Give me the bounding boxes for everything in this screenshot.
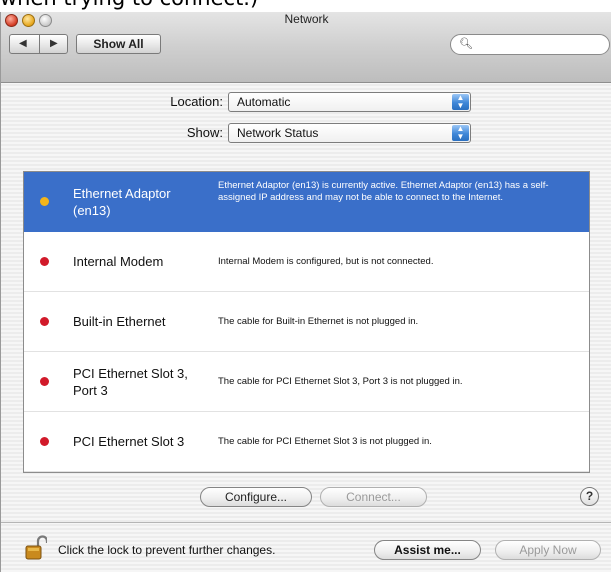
- service-row-pci-ethernet-slot-3-port-3[interactable]: PCI Ethernet Slot 3, Port 3 The cable fo…: [24, 352, 589, 412]
- search-input[interactable]: [473, 36, 605, 54]
- service-name: Built-in Ethernet: [73, 314, 166, 329]
- service-description: Ethernet Adaptor (en13) is currently act…: [218, 180, 549, 203]
- window-title: Network: [284, 12, 329, 26]
- lock-message: Click the lock to prevent further change…: [58, 543, 276, 557]
- show-all-button[interactable]: Show All: [76, 34, 161, 54]
- location-popup[interactable]: Automatic ▲ ▼: [228, 92, 471, 112]
- service-name: PCI Ethernet Slot 3: [73, 434, 185, 449]
- location-label: Location:: [170, 94, 223, 109]
- service-name: Ethernet Adaptor (en13): [73, 186, 171, 218]
- assist-me-button[interactable]: Assist me...: [374, 540, 481, 560]
- status-dot-icon: [40, 437, 49, 446]
- service-row-pci-ethernet-slot-3[interactable]: PCI Ethernet Slot 3 The cable for PCI Et…: [24, 412, 589, 472]
- titlebar: Network ◀ ▶ Show All 🔍︎: [1, 12, 611, 83]
- service-name: PCI Ethernet Slot 3, Port 3: [73, 366, 188, 398]
- service-row-ethernet-adaptor[interactable]: Ethernet Adaptor (en13) Ethernet Adaptor…: [24, 172, 589, 232]
- show-label: Show:: [186, 125, 223, 140]
- service-description: Internal Modem is configured, but is not…: [218, 256, 434, 267]
- popup-stepper-icon: ▲ ▼: [452, 94, 469, 110]
- service-name: Internal Modem: [73, 254, 164, 269]
- status-dot-icon: [40, 317, 49, 326]
- apply-now-button[interactable]: Apply Now: [495, 540, 601, 560]
- help-button[interactable]: ?: [580, 487, 599, 506]
- search-field[interactable]: 🔍︎: [450, 34, 610, 55]
- caption-text: when trying to connect.): [0, 0, 400, 12]
- service-description: The cable for Built-in Ethernet is not p…: [218, 316, 419, 327]
- status-dot-icon: [40, 377, 49, 386]
- configure-button[interactable]: Configure...: [200, 487, 312, 507]
- service-description: The cable for PCI Ethernet Slot 3, Port …: [218, 376, 463, 387]
- search-icon: 🔍︎: [459, 38, 473, 50]
- divider: [1, 522, 611, 523]
- forward-arrow-icon[interactable]: ▶: [50, 37, 58, 51]
- status-dot-icon: [40, 257, 49, 266]
- service-row-built-in-ethernet[interactable]: Built-in Ethernet The cable for Built-in…: [24, 292, 589, 352]
- service-row-internal-modem[interactable]: Internal Modem Internal Modem is configu…: [24, 232, 589, 292]
- back-arrow-icon[interactable]: ◀: [19, 37, 27, 51]
- show-popup[interactable]: Network Status ▲ ▼: [228, 123, 471, 143]
- network-preferences-window: Network ◀ ▶ Show All 🔍︎ Location: Automa…: [0, 12, 611, 572]
- segment-divider: [39, 35, 40, 53]
- back-forward-control: ◀ ▶: [9, 34, 68, 54]
- location-value: Automatic: [237, 95, 291, 109]
- popup-stepper-icon: ▲ ▼: [452, 125, 469, 141]
- service-description: The cable for PCI Ethernet Slot 3 is not…: [218, 436, 432, 447]
- show-value: Network Status: [237, 126, 319, 140]
- connect-button[interactable]: Connect...: [320, 487, 427, 507]
- network-status-list: Ethernet Adaptor (en13) Ethernet Adaptor…: [23, 171, 590, 473]
- unlocked-padlock-icon[interactable]: [25, 535, 47, 560]
- status-dot-icon: [40, 197, 49, 206]
